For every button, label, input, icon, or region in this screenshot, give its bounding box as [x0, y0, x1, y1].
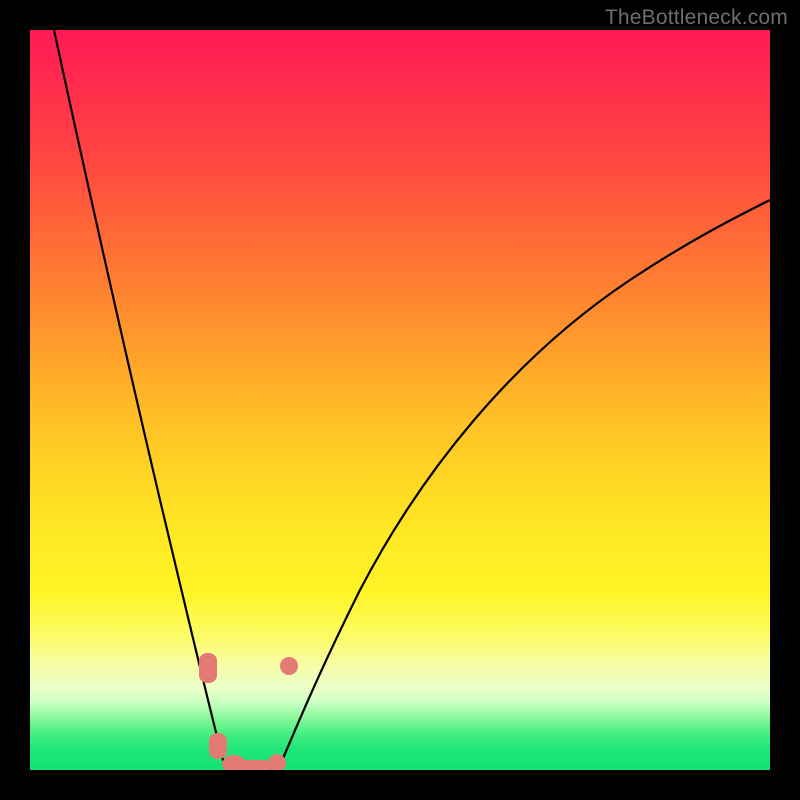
marker: [280, 657, 298, 675]
marker: [209, 733, 227, 759]
watermark: TheBottleneck.com: [605, 6, 788, 30]
chart-frame: [30, 30, 770, 770]
marker: [237, 760, 271, 770]
marker: [199, 653, 217, 683]
curve-right-branch: [278, 200, 770, 770]
bottleneck-curve: [30, 30, 770, 770]
data-markers: [199, 653, 298, 770]
